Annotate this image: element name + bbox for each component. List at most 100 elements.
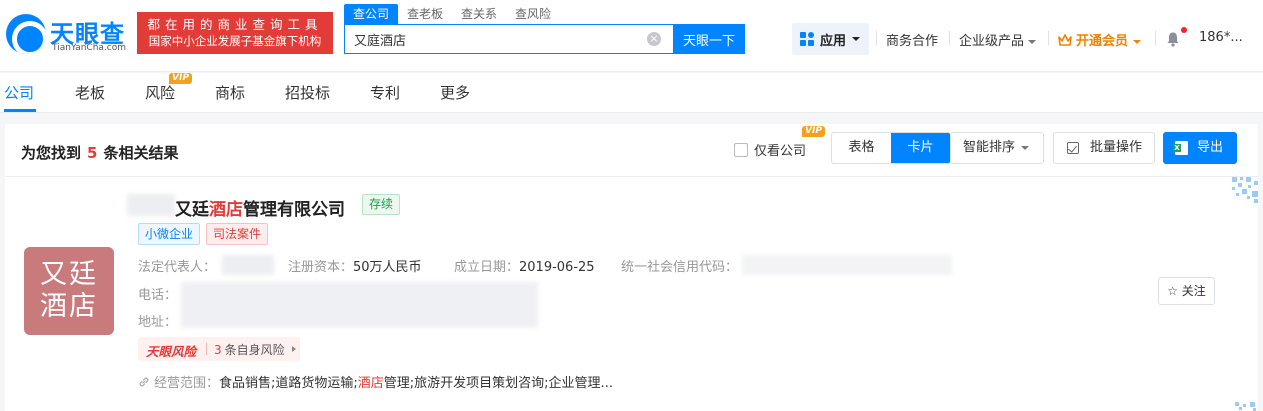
business-scope: 经营范围：食品销售;道路货物运输;酒店管理;旅游开发项目策划咨询;企业管理... [138,372,613,391]
follow-label: 关注 [1181,284,1206,298]
logo-domain: TianYanCha.com [52,43,127,53]
search-type-tabs: 查公司 查老板 查关系 查风险 [344,4,560,24]
search-tab-risk[interactable]: 查风险 [506,4,560,24]
company-logo-line-1: 又廷 [40,259,98,290]
redacted-credit-code [742,255,952,275]
tag-small-micro[interactable]: 小微企业 [138,223,201,245]
only-company-checkbox[interactable] [734,143,748,157]
apps-grid-icon [800,32,814,46]
capital-value: 50万人民币 [353,260,422,275]
qr-code-icon[interactable] [1228,177,1258,205]
risk-divider [206,343,207,355]
search-tab-boss[interactable]: 查老板 [398,4,452,24]
date-value: 2019-06-25 [519,260,595,275]
slogan-line-2: 国家中小企业发展子基金旗下机构 [148,34,322,48]
date-label: 成立日期： [454,260,520,275]
search-tab-relation[interactable]: 查关系 [452,4,506,24]
scope-highlight: 酒店 [357,376,384,391]
qr-code-icon-secondary [1235,402,1256,411]
view-card-button[interactable]: 卡片 [891,133,950,163]
view-mode-switch: 表格 卡片 [831,132,951,164]
tab-boss[interactable]: 老板 [75,82,105,103]
phone-label: 电话： [138,288,178,303]
redacted-contact-info [181,282,538,328]
clear-icon[interactable]: × [647,32,661,46]
slogan-banner: 都在用的商业查询工具 国家中小企业发展子基金旗下机构 [137,12,333,54]
vip-badge: VIP [169,73,192,84]
nav-divider [1048,31,1049,45]
slogan-line-1: 都在用的商业查询工具 [147,17,323,32]
enterprise-products-menu[interactable]: 企业级产品 [959,30,1037,49]
toolbar-divider [5,176,1258,177]
site-logo[interactable]: 天眼查 TianYanCha.com [6,12,134,56]
business-cooperation-link[interactable]: 商务合作 [886,30,938,49]
view-table-button[interactable]: 表格 [832,133,891,163]
open-vip-menu[interactable]: 开通会员 [1058,30,1141,49]
search-input[interactable] [345,25,640,53]
capital-label: 注册资本： [288,260,354,275]
tab-bidding[interactable]: 招投标 [285,82,330,103]
risk-brand-label: 天眼风险 [146,344,197,359]
tab-more[interactable]: 更多 [440,82,470,103]
result-count-prefix: 为您找到 [21,144,82,162]
search-box: × [344,24,674,54]
scope-text-2: 管理;旅游开发项目策划咨询;企业管理... [383,376,613,391]
bulk-action-label: 批量操作 [1090,140,1143,155]
chevron-down-icon [1021,145,1030,150]
star-icon: ☆ [1167,284,1178,298]
result-count-suffix: 条相关结果 [103,144,179,162]
result-count: 为您找到 5 条相关结果 [21,142,178,163]
apps-dropdown[interactable]: 应用 [792,23,869,55]
redacted-name-prefix [127,194,175,216]
company-name-highlight: 酒店 [209,200,243,220]
legal-representative: 法定代表人： [138,256,216,275]
tag-judicial-case[interactable]: 司法案件 [206,223,269,245]
apps-label: 应用 [820,34,847,49]
risk-summary[interactable]: 天眼风险 3 条自身风险 [138,337,300,361]
company-name-suffix: 管理有限公司 [243,200,345,220]
follow-button[interactable]: ☆ 关注 [1158,277,1215,305]
chevron-down-icon [1132,39,1141,44]
top-header: 天眼查 TianYanCha.com 都在用的商业查询工具 国家中小企业发展子基… [0,0,1263,72]
sort-label: 智能排序 [963,140,1016,155]
search-tab-company[interactable]: 查公司 [344,4,399,24]
risk-label: 条自身风险 [224,343,285,357]
user-menu[interactable]: 186*... [1199,30,1243,45]
tab-trademark[interactable]: 商标 [215,82,245,103]
notification-dot [1181,27,1187,33]
sort-dropdown[interactable]: 智能排序 [950,132,1044,164]
company-name-link[interactable]: 又廷酒店管理有限公司 [175,195,345,220]
tab-patent[interactable]: 专利 [370,82,400,103]
export-button[interactable]: 导出 [1163,132,1237,164]
company-name-prefix: 又廷 [175,200,209,220]
established-date: 成立日期：2019-06-25 [454,256,595,275]
registered-capital: 注册资本：50万人民币 [288,256,422,275]
link-icon [139,377,149,387]
company-logo-line-2: 酒店 [40,291,98,322]
scope-label: 经营范围： [154,376,220,391]
credit-code: 统一社会信用代码： [621,256,738,275]
search-button[interactable]: 天眼一下 [673,24,745,54]
nav-divider [1155,31,1156,45]
tab-company[interactable]: 公司 [4,82,34,103]
company-logo[interactable]: 又廷 酒店 [24,247,114,335]
open-vip-label: 开通会员 [1076,34,1129,49]
address: 地址： [138,311,177,330]
tab-risk[interactable]: 风险 [145,82,175,103]
chevron-down-icon [852,37,860,41]
scope-text-1: 食品销售;道路货物运输; [219,376,358,391]
bulk-action-button[interactable]: 批量操作 [1053,132,1155,164]
status-badge: 存续 [362,194,401,215]
credit-code-label: 统一社会信用代码： [621,260,739,275]
bell-icon[interactable] [1165,31,1181,47]
export-label: 导出 [1197,140,1224,155]
active-tab-indicator [4,109,36,112]
only-company-filter[interactable]: 仅看公司 [734,140,806,160]
nav-divider [949,31,950,45]
crown-icon [1058,34,1072,46]
risk-count-text: 3 条自身风险 [214,341,285,358]
nav-divider [876,31,877,45]
checklist-icon [1067,142,1079,154]
logo-eye-icon [6,14,46,54]
legal-rep-label: 法定代表人： [138,260,217,275]
